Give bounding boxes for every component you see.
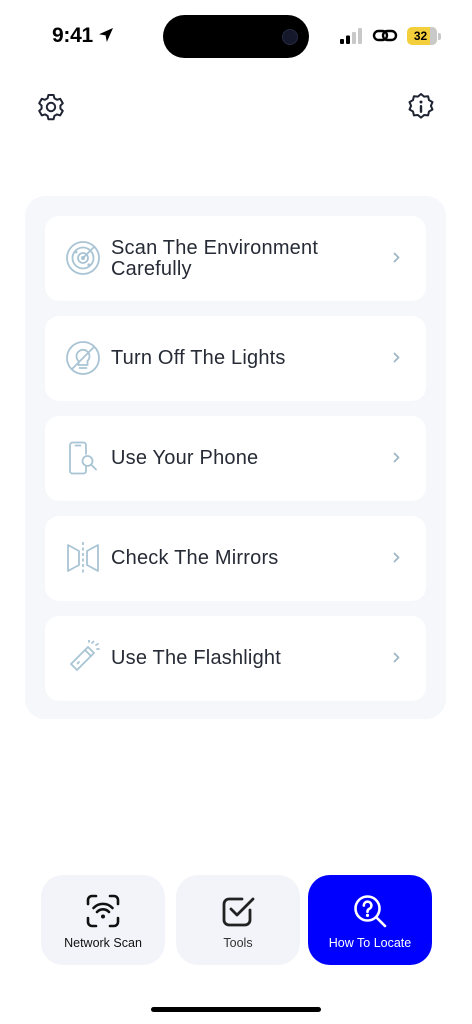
chevron-right-icon (393, 452, 400, 463)
phone-search-icon (69, 441, 97, 475)
guide-item-scan-environment[interactable]: Scan The Environment Carefully (45, 216, 426, 301)
cellular-signal-icon (340, 28, 362, 44)
guide-item-label: Use Your Phone (111, 447, 259, 469)
camera-icon (282, 29, 298, 45)
flashlight-icon (70, 640, 100, 671)
chevron-right-icon (393, 252, 400, 263)
wifi-scan-icon (86, 894, 120, 928)
battery-level: 32 (413, 29, 428, 43)
tab-tools[interactable]: Tools (176, 875, 300, 965)
chevron-right-icon (393, 552, 400, 563)
info-badge-icon[interactable] (406, 92, 436, 122)
guide-item-label: Scan The Environment Carefully (111, 236, 319, 280)
radar-icon (66, 241, 100, 275)
status-bar: 9:41 32 (0, 0, 472, 72)
tab-label: Tools (223, 936, 253, 950)
guide-item-use-phone[interactable]: Use Your Phone (45, 416, 426, 501)
status-time: 9:41 (52, 24, 93, 47)
home-indicator[interactable] (151, 1007, 321, 1012)
tab-network-scan[interactable]: Network Scan (41, 875, 165, 965)
tab-how-to-locate[interactable]: How To Locate (308, 875, 432, 965)
chevron-right-icon (393, 652, 400, 663)
locate-guide-card: Scan The Environment Carefully Turn Off … (25, 196, 446, 719)
mirror-icon (67, 542, 99, 574)
guide-item-label: Check The Mirrors (111, 547, 279, 569)
guide-item-label: Turn Off The Lights (111, 347, 286, 369)
search-help-icon (354, 895, 387, 928)
gear-icon[interactable] (36, 92, 66, 122)
tab-label: How To Locate (328, 936, 412, 950)
checkbox-icon (222, 897, 255, 927)
battery-indicator: 32 (407, 27, 441, 45)
chevron-right-icon (393, 352, 400, 363)
tab-label: Network Scan (64, 936, 142, 950)
guide-item-label: Use The Flashlight (111, 647, 281, 669)
guide-item-check-mirrors[interactable]: Check The Mirrors (45, 516, 426, 601)
guide-item-use-flashlight[interactable]: Use The Flashlight (45, 616, 426, 701)
lights-off-icon (66, 341, 100, 375)
location-arrow-icon (99, 28, 113, 42)
guide-item-turn-off-lights[interactable]: Turn Off The Lights (45, 316, 426, 401)
link-icon (372, 29, 398, 42)
